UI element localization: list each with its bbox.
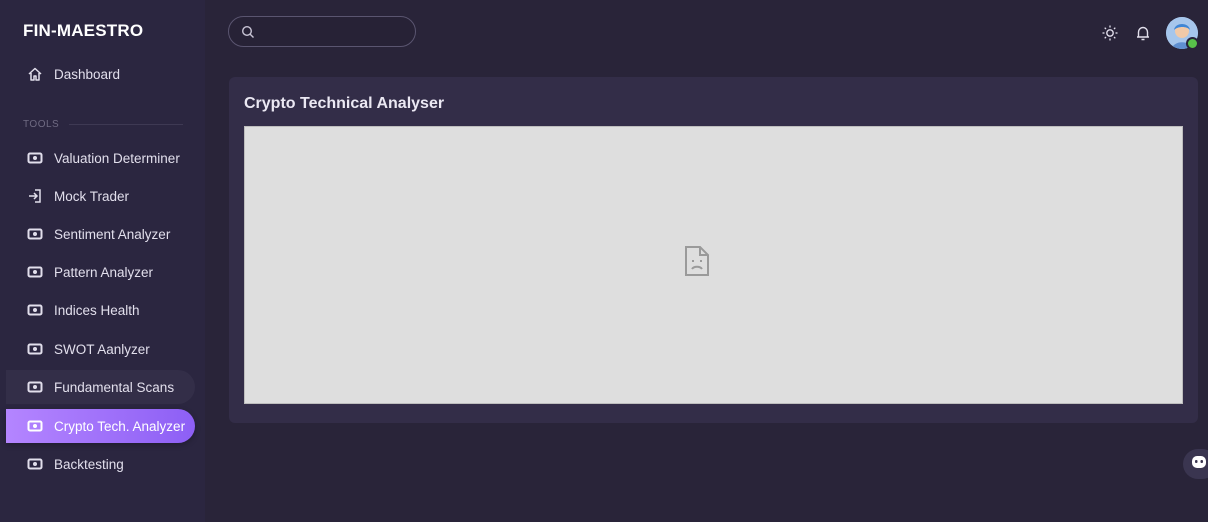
sidebar-item-label: SWOT Aanlyzer: [54, 341, 150, 357]
eye-box-icon: [26, 263, 44, 281]
sidebar-item-fundamental-scans[interactable]: Fundamental Scans: [6, 370, 195, 404]
search-icon: [241, 25, 255, 39]
login-icon: [26, 187, 44, 205]
search-input[interactable]: [261, 23, 415, 40]
eye-box-icon: [26, 149, 44, 167]
sidebar-item-valuation-determiner[interactable]: Valuation Determiner: [6, 141, 195, 175]
section-header-tools: TOOLS: [23, 119, 183, 130]
sidebar-item-mock-trader[interactable]: Mock Trader: [6, 179, 195, 213]
sidebar-item-label: Indices Health: [54, 302, 140, 318]
divider: [69, 124, 183, 125]
sidebar-item-sentiment-analyzer[interactable]: Sentiment Analyzer: [6, 217, 195, 251]
eye-box-icon: [26, 225, 44, 243]
sidebar-item-label: Pattern Analyzer: [54, 264, 154, 280]
eye-box-icon: [26, 301, 44, 319]
sidebar-item-label: Crypto Tech. Analyzer: [54, 418, 186, 434]
sidebar-item-label: Mock Trader: [54, 188, 130, 204]
eye-box-icon: [26, 455, 44, 473]
sidebar-item-backtesting[interactable]: Backtesting: [6, 447, 195, 481]
sidebar-item-dashboard[interactable]: Dashboard: [6, 57, 195, 91]
page-title: Crypto Technical Analyser: [244, 95, 445, 112]
bell-icon[interactable]: [1134, 24, 1152, 42]
sidebar-item-label: Fundamental Scans: [54, 379, 175, 395]
sidebar-item-label: Sentiment Analyzer: [54, 226, 171, 242]
sidebar-item-crypto-tech-analyzer[interactable]: Crypto Tech. Analyzer: [6, 409, 195, 443]
home-icon: [26, 65, 44, 83]
embedded-frame[interactable]: [244, 126, 1183, 404]
avatar[interactable]: [1166, 17, 1199, 50]
search-bar[interactable]: [228, 16, 416, 47]
sidebar-item-swot-analyzer[interactable]: SWOT Aanlyzer: [6, 332, 195, 366]
broken-page-icon: [684, 245, 710, 277]
brand-logo[interactable]: FIN-MAESTRO: [23, 21, 143, 41]
sidebar-item-label: Backtesting: [54, 456, 124, 472]
chatbot-icon: [1191, 455, 1207, 474]
sidebar: FIN-MAESTRO Dashboard TOOLS Valuation De…: [0, 0, 205, 522]
chat-widget-button[interactable]: [1183, 449, 1208, 479]
online-status-badge: [1186, 37, 1199, 50]
sidebar-item-label: Dashboard: [54, 66, 121, 82]
eye-box-icon: [26, 340, 44, 358]
section-label: TOOLS: [23, 119, 60, 130]
theme-toggle-icon[interactable]: [1101, 24, 1119, 42]
sidebar-item-pattern-analyzer[interactable]: Pattern Analyzer: [6, 255, 195, 289]
sidebar-item-label: Valuation Determiner: [54, 150, 180, 166]
eye-box-icon: [26, 378, 44, 396]
sidebar-item-indices-health[interactable]: Indices Health: [6, 293, 195, 327]
app-root: FIN-MAESTRO Dashboard TOOLS Valuation De…: [0, 0, 1208, 522]
eye-box-icon: [26, 417, 44, 435]
analyser-card: Crypto Technical Analyser: [229, 77, 1198, 423]
